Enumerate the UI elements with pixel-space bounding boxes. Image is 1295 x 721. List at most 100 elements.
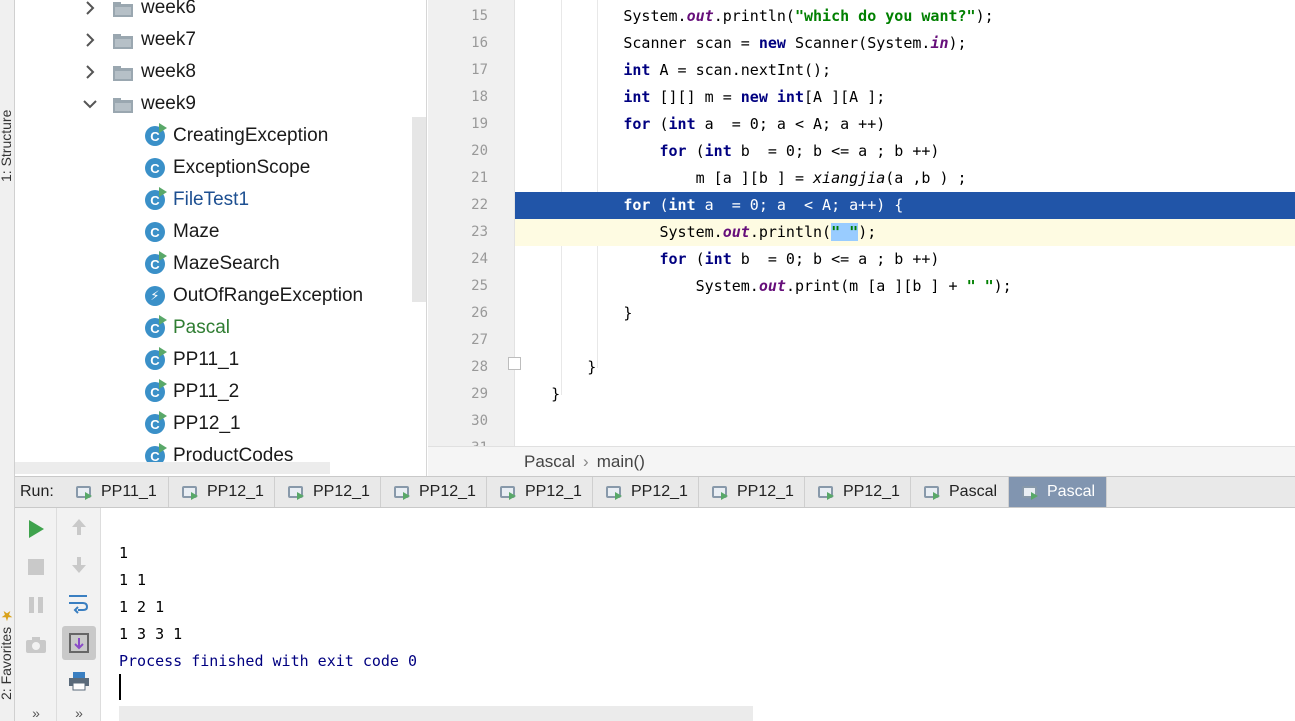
- console-horizontal-scrollbar[interactable]: [119, 706, 753, 721]
- code-line-23-current: System.out.println(" ");: [515, 219, 1295, 246]
- tree-class-item[interactable]: C ExceptionScope: [145, 152, 310, 184]
- run-config-icon: [287, 484, 307, 500]
- code-line-15: System.out.println("which do you want?")…: [515, 7, 994, 25]
- run-tab-label: Pascal: [949, 483, 998, 500]
- tree-class-item[interactable]: C CreatingException: [145, 120, 328, 152]
- line-number: 26: [471, 305, 488, 321]
- tree-class-item[interactable]: C MazeSearch: [145, 248, 280, 280]
- tree-class-label: OutOfRangeException: [173, 285, 364, 306]
- tree-class-label: ExceptionScope: [173, 157, 311, 178]
- run-tab-label: PP12_1: [525, 483, 582, 500]
- run-toolbar-secondary: »: [57, 508, 101, 721]
- structure-tool-tab[interactable]: 1: Structure: [0, 62, 14, 182]
- line-number: 31: [428, 435, 488, 446]
- chevron-right-icon[interactable]: [83, 1, 97, 15]
- java-class-icon: C: [145, 123, 167, 146]
- more-icon[interactable]: »: [21, 698, 51, 721]
- run-tab[interactable]: PP12_1: [275, 477, 381, 507]
- run-config-icon: [711, 484, 731, 500]
- tree-class-label: Maze: [173, 221, 220, 242]
- code-line-26: }: [623, 304, 633, 322]
- tree-class-item[interactable]: C FileTest1: [145, 184, 249, 216]
- favorites-tool-tab[interactable]: 2: Favorites ★: [0, 590, 14, 700]
- run-tab[interactable]: PP11_1: [63, 477, 169, 507]
- code-line-25: System.out.print(m [a ][b ] + " ");: [695, 277, 1012, 295]
- tree-folder-label: week6: [141, 0, 196, 18]
- java-class-icon: C: [145, 315, 167, 338]
- more-icon[interactable]: »: [64, 698, 94, 721]
- run-tab-label: PP12_1: [419, 483, 476, 500]
- run-console[interactable]: 1 1 1 1 2 1 1 3 3 1 Process finished wit…: [101, 508, 1295, 721]
- scroll-to-end-icon[interactable]: [62, 626, 96, 660]
- camera-icon[interactable]: [21, 630, 51, 660]
- folder-icon: [113, 97, 133, 113]
- arrow-up-icon[interactable]: [64, 512, 94, 542]
- chevron-down-icon[interactable]: [83, 97, 97, 111]
- tree-class-label: PP11_2: [173, 381, 240, 402]
- code-line-28: }: [587, 358, 597, 376]
- tree-class-item[interactable]: ⚡ OutOfRangeException: [145, 280, 363, 312]
- tree-folder-label: week8: [141, 61, 196, 82]
- tree-class-item[interactable]: C PP12_1: [145, 408, 241, 440]
- code-editor[interactable]: 15 16 17 18 19 20 21 22 23 24 25 26 27 2…: [428, 0, 1295, 446]
- tree-folder-label: week7: [141, 29, 196, 50]
- tree-class-item[interactable]: C PP11_2: [145, 376, 239, 408]
- run-tab-active[interactable]: Pascal: [1009, 477, 1107, 507]
- tree-class-item[interactable]: C PP11_1: [145, 344, 239, 376]
- line-number: 27: [471, 332, 488, 348]
- run-config-icon: [923, 484, 943, 500]
- run-config-icon: [75, 484, 95, 500]
- breadcrumb-method[interactable]: main(): [597, 452, 645, 472]
- run-tab[interactable]: PP12_1: [169, 477, 275, 507]
- line-number: 16: [471, 35, 488, 51]
- console-output-line: 1 1: [119, 571, 147, 589]
- tree-horizontal-scrollbar[interactable]: [15, 462, 330, 474]
- run-tab-label: PP12_1: [631, 483, 688, 500]
- java-class-icon: C: [145, 251, 167, 274]
- tree-class-item[interactable]: C Maze: [145, 216, 219, 248]
- run-tab[interactable]: PP12_1: [593, 477, 699, 507]
- console-output-line: 1: [119, 544, 129, 562]
- run-tab-label: PP12_1: [207, 483, 264, 500]
- arrow-down-icon[interactable]: [64, 550, 94, 580]
- code-line-21: m [a ][b ] = xiangjia(a ,b ) ;: [695, 169, 967, 187]
- line-number-gutter: 15 16 17 18 19 20 21 22 23 24 25 26 27 2…: [428, 0, 521, 446]
- line-number: 28: [471, 359, 488, 375]
- chevron-right-icon[interactable]: [83, 65, 97, 79]
- folder-icon: [113, 33, 133, 49]
- run-tab-label: PP11_1: [101, 483, 157, 500]
- run-tab[interactable]: PP12_1: [381, 477, 487, 507]
- run-config-icon: [817, 484, 837, 500]
- rerun-icon[interactable]: [21, 514, 51, 544]
- line-number: 18: [471, 89, 488, 105]
- run-toolbar-primary: »: [15, 508, 57, 721]
- code-line-20: for (int b = 0; b <= a ; b ++): [659, 142, 940, 160]
- tree-vertical-scrollbar[interactable]: [412, 117, 426, 302]
- console-exit-message: Process finished with exit code 0: [119, 652, 418, 670]
- pause-icon[interactable]: [21, 590, 51, 620]
- java-class-icon: C: [145, 411, 167, 434]
- tree-class-item[interactable]: C Pascal: [145, 312, 230, 344]
- tree-class-label: CreatingException: [173, 125, 329, 146]
- soft-wrap-icon[interactable]: [64, 588, 94, 618]
- code-line-29: }: [551, 385, 561, 403]
- tree-folder-week8[interactable]: week8: [83, 56, 196, 88]
- run-tab[interactable]: PP12_1: [699, 477, 805, 507]
- tree-folder-week9[interactable]: week9: [83, 88, 196, 120]
- run-tab[interactable]: PP12_1: [487, 477, 593, 507]
- stop-icon[interactable]: [21, 552, 51, 582]
- tree-class-label: PP12_1: [173, 413, 241, 434]
- print-icon[interactable]: [64, 666, 94, 696]
- tree-folder-week6[interactable]: week6: [83, 0, 196, 24]
- run-tab[interactable]: Pascal: [911, 477, 1009, 507]
- breadcrumb-class[interactable]: Pascal: [524, 452, 575, 472]
- tree-class-label: PP11_1: [173, 349, 240, 370]
- line-number: 23: [471, 224, 488, 240]
- code-line-22-selected: for (int a = 0; a < A; a++) {: [515, 192, 1295, 219]
- tree-folder-week7[interactable]: week7: [83, 24, 196, 56]
- chevron-right-icon[interactable]: [83, 33, 97, 47]
- line-number: 24: [471, 251, 488, 267]
- tree-class-label: FileTest1: [173, 189, 250, 210]
- tree-folder-label: week9: [141, 93, 196, 114]
- run-tab[interactable]: PP12_1: [805, 477, 911, 507]
